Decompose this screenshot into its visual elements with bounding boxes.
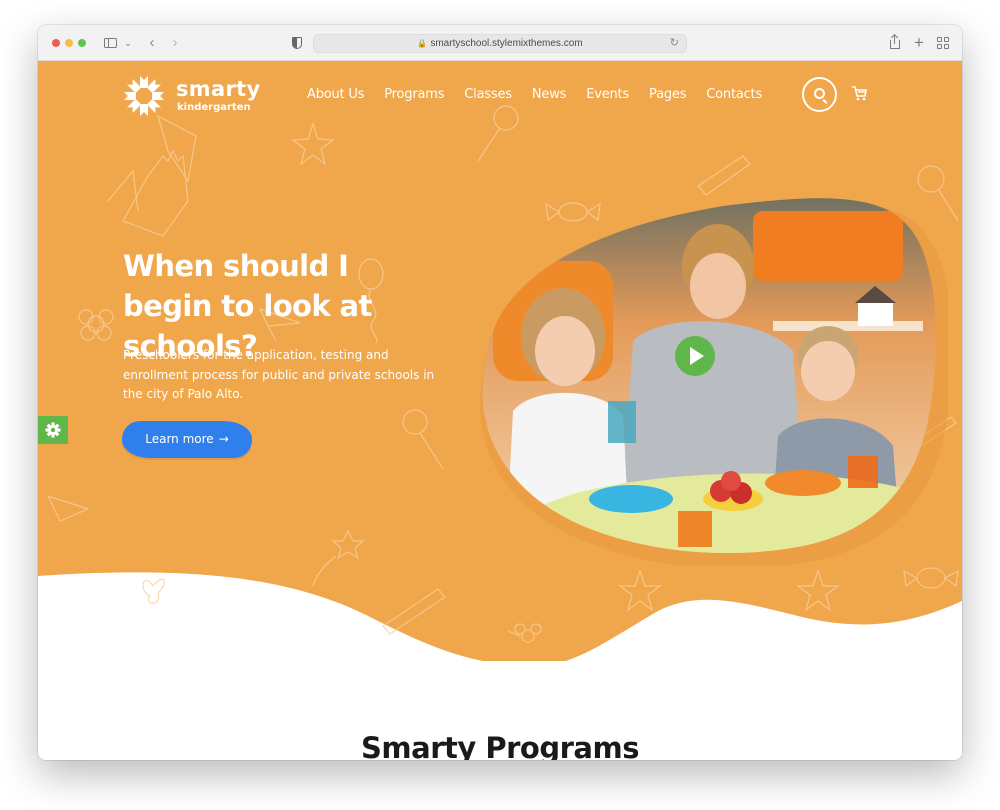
- web-page: smarty kindergarten About Us Programs Cl…: [38, 61, 962, 760]
- back-icon[interactable]: ‹: [146, 34, 158, 52]
- learn-more-label: Learn more: [145, 432, 214, 446]
- forward-icon[interactable]: ›: [169, 34, 181, 52]
- browser-toolbar: ⌄ ‹ › 🔒 smartyschool.stylemixthemes.com ↻…: [38, 25, 962, 61]
- zoom-window-button[interactable]: [78, 39, 86, 47]
- sunflower-logo-icon: [124, 76, 164, 116]
- programs-section-title: Smarty Programs: [361, 731, 639, 760]
- minimize-window-button[interactable]: [65, 39, 73, 47]
- new-tab-icon[interactable]: +: [912, 34, 926, 52]
- sidebar-icon[interactable]: [104, 34, 118, 52]
- lock-icon: 🔒: [417, 39, 428, 48]
- nav-classes[interactable]: Classes: [464, 87, 512, 103]
- gear-icon: [45, 422, 61, 438]
- site-logo[interactable]: smarty kindergarten: [122, 74, 260, 118]
- settings-panel-toggle[interactable]: [38, 416, 68, 444]
- nav-pages[interactable]: Pages: [649, 87, 686, 103]
- privacy-shield-icon[interactable]: [291, 34, 303, 52]
- search-button[interactable]: [802, 77, 837, 112]
- nav-events[interactable]: Events: [586, 87, 629, 103]
- close-window-button[interactable]: [52, 39, 60, 47]
- play-video-button[interactable]: [675, 336, 715, 376]
- logo-subtitle: kindergarten: [177, 102, 251, 113]
- logo-title: smarty: [176, 77, 261, 101]
- hero-video-thumbnail[interactable]: [473, 191, 948, 566]
- address-bar[interactable]: 🔒 smartyschool.stylemixthemes.com ↻: [313, 34, 687, 53]
- chevron-down-icon[interactable]: ⌄: [124, 34, 132, 52]
- browser-window: ⌄ ‹ › 🔒 smartyschool.stylemixthemes.com ↻…: [38, 25, 962, 760]
- reload-icon[interactable]: ↻: [670, 35, 679, 52]
- search-icon: [814, 88, 825, 99]
- share-icon[interactable]: [888, 34, 902, 52]
- nav-news[interactable]: News: [532, 87, 567, 103]
- hero-description: Preschoolers for the application, testin…: [123, 348, 435, 401]
- main-nav: About Us Programs Classes News Events Pa…: [307, 87, 782, 103]
- cart-icon[interactable]: [851, 85, 867, 101]
- nav-programs[interactable]: Programs: [384, 87, 444, 103]
- arrow-right-icon: →: [218, 432, 229, 446]
- url-text: smartyschool.stylemixthemes.com: [430, 38, 583, 49]
- tab-overview-icon[interactable]: [936, 34, 950, 52]
- nav-contacts[interactable]: Contacts: [706, 87, 762, 103]
- learn-more-button[interactable]: Learn more →: [122, 421, 252, 458]
- nav-about-us[interactable]: About Us: [307, 87, 364, 103]
- hero-section: smarty kindergarten About Us Programs Cl…: [38, 61, 962, 661]
